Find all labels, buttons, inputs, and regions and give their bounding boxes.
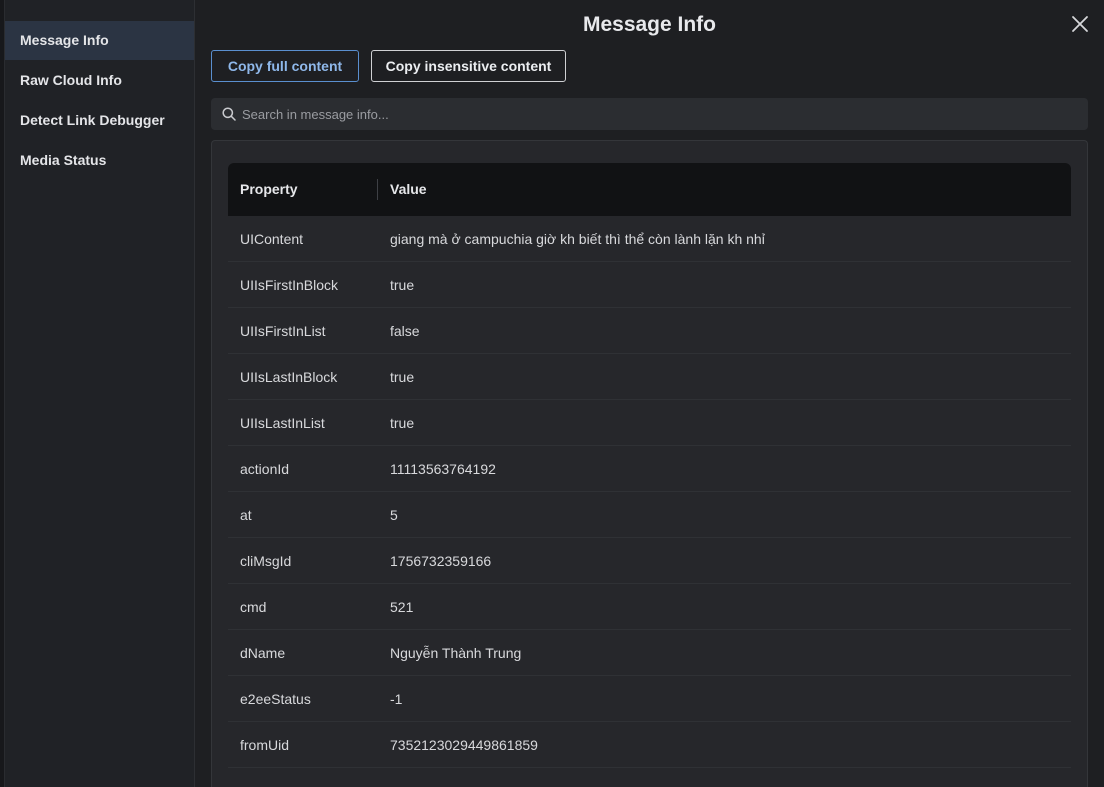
cell-value: false: [390, 323, 420, 339]
cell-property: cmd: [240, 599, 267, 615]
cell-property: fromUid: [240, 737, 290, 753]
cell-property: dName: [240, 645, 286, 661]
message-info-dialog: Message Info Raw Cloud Info Detect Link …: [0, 0, 1104, 787]
cell-value: 5: [390, 507, 398, 523]
search-input[interactable]: [242, 98, 1072, 130]
cell-value: 521: [390, 599, 414, 615]
sidebar-item-media-status[interactable]: Media Status: [5, 141, 194, 180]
cell-value: true: [390, 277, 415, 293]
column-divider[interactable]: [377, 179, 378, 200]
cell-property: at: [240, 507, 252, 523]
search-box: [211, 98, 1088, 130]
sidebar-item-message-info[interactable]: Message Info: [5, 21, 194, 60]
table-row: fromUid 7352123029449861859: [228, 722, 1071, 768]
info-table-container[interactable]: Property Value UIContent giang mà ở campu…: [211, 140, 1088, 787]
column-header-property: Property: [240, 181, 298, 197]
cell-value: true: [390, 369, 415, 385]
cell-property: actionId: [240, 461, 290, 477]
cell-property: cliMsgId: [240, 553, 292, 569]
cell-value: -1: [390, 691, 403, 707]
cell-property: UIIsLastInBlock: [240, 369, 338, 385]
table-row: actionId 11113563764192: [228, 446, 1071, 492]
main-panel: Message Info Copy full content Copy inse…: [195, 0, 1104, 787]
copy-full-content-button[interactable]: Copy full content: [211, 50, 359, 82]
cell-value: true: [390, 415, 415, 431]
table-row: UIIsLastInList true: [228, 400, 1071, 446]
cell-property: UIIsFirstInBlock: [240, 277, 339, 293]
close-button[interactable]: [1068, 12, 1092, 36]
cell-value: 11113563764192: [390, 461, 496, 477]
cell-property: e2eeStatus: [240, 691, 311, 707]
sidebar: Message Info Raw Cloud Info Detect Link …: [5, 0, 195, 787]
table-header: Property Value: [228, 163, 1071, 216]
table-body: UIContent giang mà ở campuchia giờ kh biế…: [228, 216, 1071, 768]
copy-insensitive-content-button[interactable]: Copy insensitive content: [371, 50, 566, 82]
table-row: dName Nguyễn Thành Trung: [228, 630, 1071, 676]
sidebar-item-raw-cloud-info[interactable]: Raw Cloud Info: [5, 61, 194, 100]
table-row: cliMsgId 1756732359166: [228, 538, 1071, 584]
cell-property: UIIsFirstInList: [240, 323, 326, 339]
cell-value: 7352123029449861859: [390, 737, 538, 753]
table-row: UIContent giang mà ở campuchia giờ kh biế…: [228, 216, 1071, 262]
close-icon[interactable]: [1068, 12, 1092, 36]
cell-property: UIContent: [240, 231, 304, 247]
table-row: UIIsFirstInList false: [228, 308, 1071, 354]
table-row: at 5: [228, 492, 1071, 538]
info-table: Property Value UIContent giang mà ở campu…: [228, 163, 1071, 768]
table-row: UIIsFirstInBlock true: [228, 262, 1071, 308]
cell-property: UIIsLastInList: [240, 415, 325, 431]
column-header-value: Value: [390, 181, 427, 197]
page-title: Message Info: [582, 13, 717, 36]
table-row: cmd 521: [228, 584, 1071, 630]
sidebar-nav: Message Info Raw Cloud Info Detect Link …: [5, 21, 194, 181]
cell-value: 1756732359166: [390, 553, 492, 569]
search-icon: [222, 107, 236, 121]
cell-value: Nguyễn Thành Trung: [390, 645, 522, 661]
table-row: UIIsLastInBlock true: [228, 354, 1071, 400]
cell-value: giang mà ở campuchia giờ kh biết thì thể…: [390, 231, 765, 247]
table-row: e2eeStatus -1: [228, 676, 1071, 722]
sidebar-item-detect-link-debugger[interactable]: Detect Link Debugger: [5, 101, 194, 140]
